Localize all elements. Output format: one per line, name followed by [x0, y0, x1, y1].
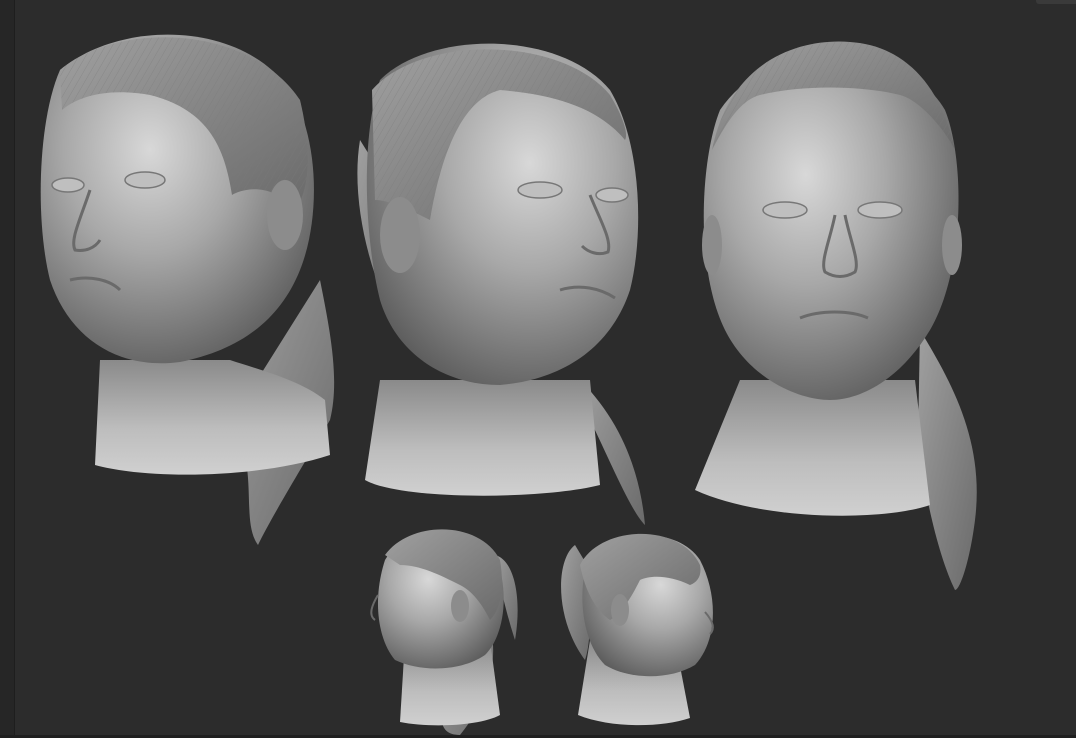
eye-left-2	[517, 181, 563, 199]
ear-2	[380, 197, 420, 273]
eye-right-1	[124, 171, 166, 189]
neck-2	[365, 380, 600, 496]
eye-left-3	[762, 201, 808, 219]
eye-right-2	[595, 187, 629, 203]
head-front[interactable]	[695, 41, 977, 590]
ear-left-3	[702, 215, 722, 275]
sculpt-canvas[interactable]	[0, 0, 1076, 738]
head-three-quarter-left[interactable]	[40, 34, 335, 545]
eye-left-1	[51, 177, 85, 193]
neck-3	[695, 380, 930, 516]
head-three-quarter-right[interactable]	[357, 43, 645, 525]
head-back-three-quarter-right[interactable]	[561, 533, 714, 726]
eye-right-3	[857, 201, 903, 219]
ear-5	[611, 594, 629, 626]
ear-4	[451, 590, 469, 622]
sculpt-viewport[interactable]	[0, 0, 1076, 738]
nose-4	[370, 594, 379, 621]
ponytail-3	[918, 330, 977, 590]
head-profile-left[interactable]	[370, 529, 518, 735]
ear-right-3	[942, 215, 962, 275]
ear-1	[267, 180, 303, 250]
